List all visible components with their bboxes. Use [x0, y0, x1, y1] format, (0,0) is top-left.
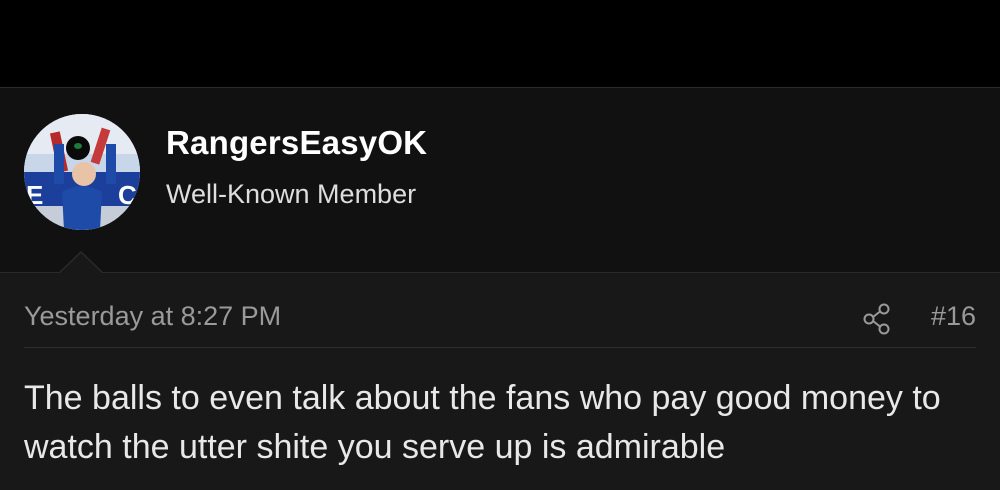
share-button[interactable]	[862, 303, 892, 335]
thread-page: E C RangersEasyOK Well-Known Member Yest…	[0, 0, 1000, 490]
post-content: Yesterday at 8:27 PM #16 The balls to ev…	[0, 273, 1000, 490]
user-title: Well-Known Member	[166, 179, 417, 209]
post-message-body: The balls to even talk about the fans wh…	[24, 379, 941, 466]
share-icon	[863, 303, 890, 335]
avatar-image: E C	[24, 114, 140, 230]
message-user-block: E C RangersEasyOK Well-Known Member	[0, 87, 1000, 273]
username[interactable]: RangersEasyOK	[166, 124, 427, 162]
post-number-link[interactable]: #16	[931, 301, 976, 332]
post-attribution-bar: Yesterday at 8:27 PM #16	[24, 273, 976, 348]
user-arrow	[58, 253, 104, 275]
svg-text:E: E	[26, 180, 43, 210]
post-timestamp[interactable]: Yesterday at 8:27 PM	[24, 301, 281, 332]
user-avatar[interactable]: E C	[24, 114, 140, 230]
svg-text:C: C	[118, 180, 137, 210]
top-bar	[0, 0, 1000, 87]
